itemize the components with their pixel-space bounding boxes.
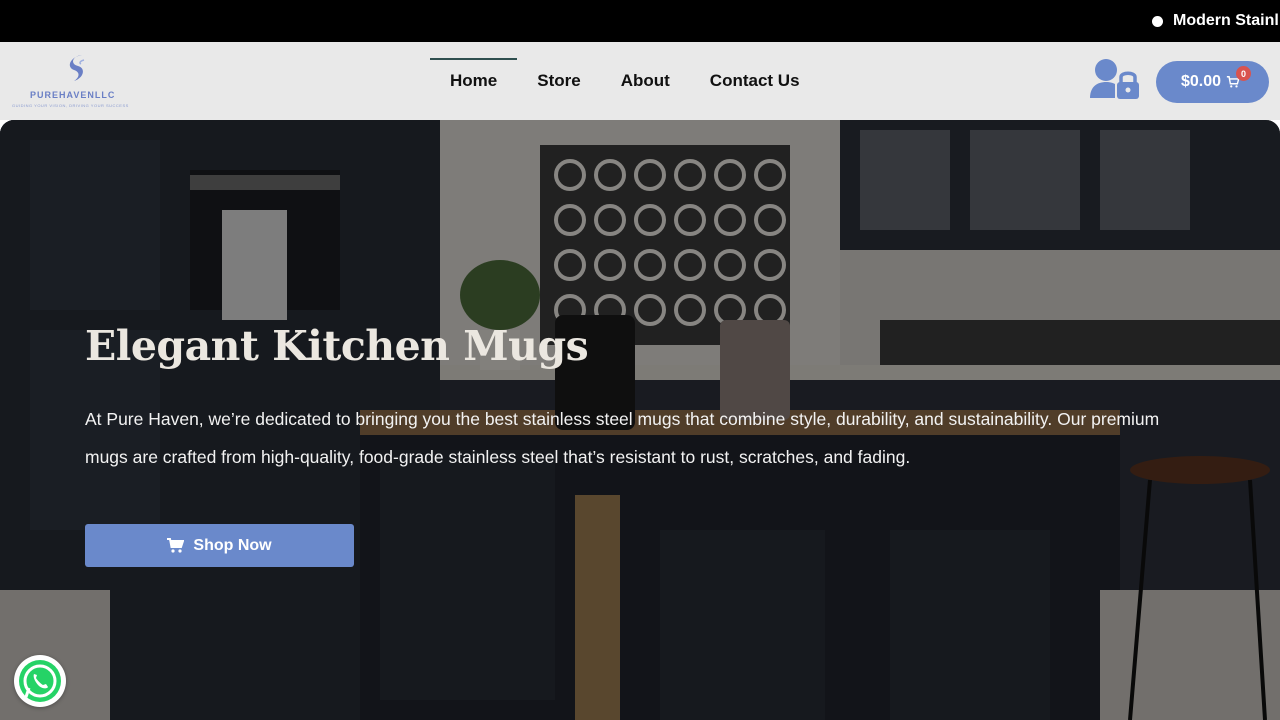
logo-swirl-icon: [69, 55, 85, 81]
user-lock-icon: [1090, 59, 1139, 99]
hero-description: At Pure Haven, we’re dedicated to bringi…: [85, 409, 1160, 467]
ticker-item: Modern Stainl: [1152, 0, 1279, 42]
site-logo[interactable]: PUREHAVENLLC GUIDING YOUR VISION, DRIVIN…: [12, 52, 142, 112]
cart-total: $0.00: [1181, 73, 1222, 90]
cart-button[interactable]: $0.00 0: [1156, 61, 1269, 103]
ticker-text: Modern Stainl: [1173, 12, 1279, 29]
nav-contact-us[interactable]: Contact Us: [690, 42, 820, 120]
account-button[interactable]: [1088, 56, 1142, 106]
shop-now-label: Shop Now: [193, 536, 272, 554]
shop-now-button[interactable]: Shop Now: [85, 524, 354, 567]
hero-title: Elegant Kitchen Mugs: [85, 322, 589, 370]
nav-home[interactable]: Home: [430, 42, 518, 120]
whatsapp-icon: [19, 660, 61, 702]
announcement-ticker: Modern Stainl: [0, 0, 1280, 42]
bullet-icon: [1152, 15, 1163, 27]
nav-about[interactable]: About: [601, 42, 690, 120]
hero-section: Elegant Kitchen Mugs At Pure Haven, we’r…: [0, 120, 1280, 720]
logo-tagline: GUIDING YOUR VISION, DRIVING YOUR SUCCES…: [12, 103, 129, 108]
logo-name: PUREHAVENLLC: [30, 90, 116, 100]
main-nav: Home Store About Contact Us: [430, 42, 820, 120]
cart-count-badge: 0: [1236, 66, 1251, 81]
site-header: PUREHAVENLLC GUIDING YOUR VISION, DRIVIN…: [0, 42, 1280, 120]
nav-store[interactable]: Store: [517, 42, 600, 120]
cart-icon: [167, 538, 185, 553]
whatsapp-chat-button[interactable]: [14, 655, 66, 707]
